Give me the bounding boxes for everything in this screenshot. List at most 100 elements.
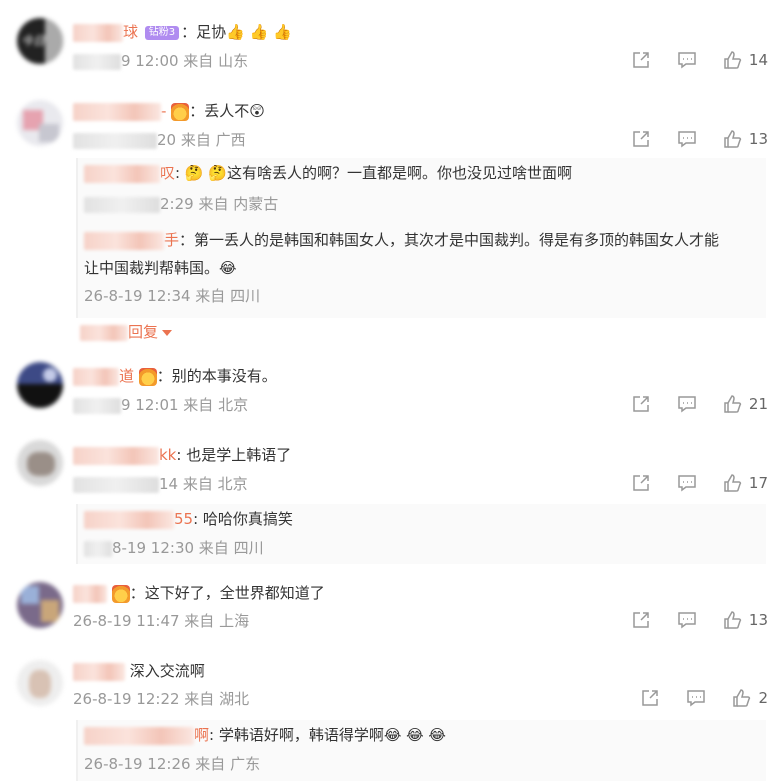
comment-text: ：别的本事没有。 [156, 367, 277, 385]
avatar[interactable] [17, 440, 63, 486]
action-bar: 17 [605, 473, 768, 493]
reply-username-blur[interactable] [84, 164, 160, 183]
reply-username-blur[interactable] [84, 231, 164, 250]
avatar[interactable] [17, 582, 63, 628]
comment-meta: 26-8-19 12:22 来自 湖北 [73, 690, 250, 708]
like-button[interactable]: 14 [723, 50, 768, 70]
reply-list: 啊: 学韩语好啊，韩语得学啊😂 😂 😂 26-8-19 12:26 来自 广东 [76, 720, 766, 781]
comment-icon [678, 396, 696, 413]
share-button[interactable] [631, 473, 651, 493]
comment-icon [678, 612, 696, 629]
username-blur[interactable] [73, 367, 119, 386]
comment-icon [678, 52, 696, 69]
share-button[interactable] [631, 610, 651, 630]
comment-meta: 26-8-19 11:47 来自 上海 [73, 612, 250, 630]
like-count: 14 [748, 51, 768, 69]
reply-item: 叹: 🤔 🤔这有啥丢人的啊？一直都是啊。你也没见过啥世面啊 [84, 162, 572, 184]
share-button[interactable] [640, 688, 660, 708]
like-button[interactable]: 2 [732, 688, 768, 708]
chevron-down-icon [162, 329, 173, 336]
share-button[interactable] [631, 50, 651, 70]
reply-item: 手：第一丢人的是韩国和韩国女人，其次才是中国裁判。得是有多顶的韩国女人才能 [84, 229, 719, 251]
like-icon [724, 51, 742, 69]
comment-button[interactable] [686, 688, 706, 708]
reply-text-continued: 让中国裁判帮韩国。😂 [84, 259, 237, 277]
like-count: 13 [748, 130, 768, 148]
comment-meta: 9 12:01 来自 北京 [121, 396, 249, 414]
like-count: 17 [748, 474, 768, 492]
comment-icon [687, 690, 706, 707]
comment-text: 深入交流啊 [129, 662, 205, 680]
like-icon [724, 395, 742, 413]
reply-text: : 哈哈你真搞笑 [193, 510, 293, 528]
reply-text: : 🤔 🤔这有啥丢人的啊？一直都是啊。你也没见过啥世面啊 [175, 164, 572, 182]
like-button[interactable]: 21 [723, 394, 768, 414]
comment-button[interactable] [677, 610, 697, 630]
avatar[interactable]: 今日 [17, 18, 63, 64]
comment-meta: 14 来自 北京 [159, 475, 248, 493]
reply-list: 叹: 🤔 🤔这有啥丢人的啊？一直都是啊。你也没见过啥世面啊 2:29 来自 内蒙… [76, 158, 766, 318]
username-blur[interactable] [73, 102, 161, 121]
comment-text: : 也是学上韩语了 [176, 446, 292, 464]
comment-text: ：这下好了，全世界都知道了 [129, 584, 325, 602]
comment-item: 道 ：别的本事没有。 9 12:01 来自 北京 21 [0, 358, 784, 434]
action-bar: 13 [605, 610, 768, 630]
comment-icon [678, 131, 696, 148]
action-bar: 13 [605, 129, 768, 149]
username[interactable]: 球 [123, 23, 138, 41]
comment-item: ：这下好了，全世界都知道了 26-8-19 11:47 来自 上海 13 [0, 578, 784, 650]
username-blur[interactable] [73, 23, 123, 42]
avatar[interactable] [17, 660, 63, 706]
comment-text: ：丢人不😲 [189, 102, 265, 120]
reply-list: 55: 哈哈你真搞笑 8-19 12:30 来自 四川 [76, 504, 766, 564]
like-count: 13 [748, 611, 768, 629]
username[interactable]: kk [159, 446, 176, 464]
fan-badge[interactable]: 钻粉3 [144, 25, 180, 40]
reply-username-blur[interactable] [84, 510, 174, 529]
like-icon [724, 130, 742, 148]
like-icon [733, 689, 751, 707]
share-icon [642, 690, 659, 706]
reply-meta: 26-8-19 12:34 来自 四川 [84, 287, 261, 305]
like-button[interactable]: 13 [723, 129, 768, 149]
reply-username[interactable]: 啊 [194, 726, 209, 744]
reply-text: : 学韩语好啊，韩语得学啊😂 😂 😂 [209, 726, 446, 744]
share-button[interactable] [631, 129, 651, 149]
reply-item: 啊: 学韩语好啊，韩语得学啊😂 😂 😂 [84, 724, 446, 746]
username-blur[interactable] [73, 584, 107, 603]
reply-item: 55: 哈哈你真搞笑 [84, 508, 293, 530]
share-icon [633, 612, 649, 628]
share-icon [633, 396, 649, 412]
comment-item: - ：丢人不😲 20 来自 广西 13 叹: 🤔 🤔这有啥丢人的啊？一直都是啊。… [0, 92, 784, 350]
more-replies-link[interactable]: 回复 [80, 321, 173, 342]
username[interactable]: 道 [119, 367, 134, 385]
reply-username-blur[interactable] [84, 726, 194, 745]
reply-username[interactable]: 叹 [160, 164, 175, 182]
reply-text: ：第一丢人的是韩国和韩国女人，其次才是中国裁判。得是有多顶的韩国女人才能 [179, 231, 720, 249]
username-blur[interactable] [73, 662, 125, 681]
action-bar: 21 [605, 394, 768, 414]
reply-username[interactable]: 55 [174, 510, 193, 528]
avatar-label: 今日 [21, 34, 46, 48]
comment-button[interactable] [677, 50, 697, 70]
like-icon [724, 474, 742, 492]
like-button[interactable]: 13 [723, 610, 768, 630]
share-button[interactable] [631, 394, 651, 414]
avatar[interactable] [17, 362, 63, 408]
comment-button[interactable] [677, 394, 697, 414]
comment-icon [678, 475, 696, 492]
crown-badge-icon [138, 367, 157, 386]
username[interactable]: - [161, 102, 166, 120]
username-blur[interactable] [73, 446, 159, 465]
avatar[interactable] [17, 100, 63, 146]
comment-meta: 9 12:00 来自 山东 [121, 52, 249, 70]
like-count: 2 [758, 689, 768, 707]
like-button[interactable]: 17 [723, 473, 768, 493]
comment-button[interactable] [677, 473, 697, 493]
comment-button[interactable] [677, 129, 697, 149]
reply-username[interactable]: 手 [164, 231, 179, 249]
share-icon [633, 475, 649, 491]
crown-badge-icon [111, 584, 130, 603]
comment-item: 深入交流啊 26-8-19 12:22 来自 湖北 2 啊: 学韩语好啊，韩语得… [0, 656, 784, 781]
like-icon [724, 611, 742, 629]
